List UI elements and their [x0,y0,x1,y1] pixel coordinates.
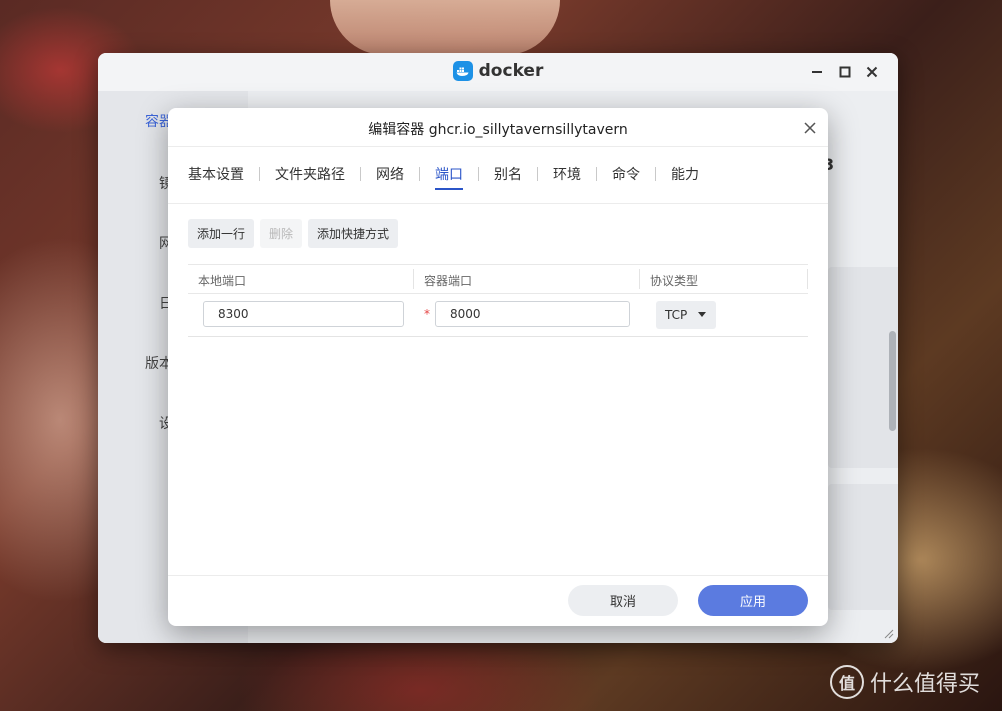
table-header: 本地端口 容器端口 协议类型 [188,264,808,294]
tab-divider [419,167,420,181]
tab-alias[interactable]: 别名 [494,164,522,184]
tab-capabilities[interactable]: 能力 [671,164,699,184]
tab-environment[interactable]: 环境 [553,164,581,184]
cancel-button[interactable]: 取消 [568,585,678,616]
protocol-value: TCP [665,308,688,322]
column-divider [807,269,808,289]
close-icon[interactable] [802,120,818,136]
delete-button[interactable]: 删除 [260,219,303,248]
watermark: 值 什么值得买 [830,665,980,699]
tab-divider [478,167,479,181]
watermark-badge: 值 [830,665,864,699]
edit-container-dialog: 编辑容器 ghcr.io_sillytavernsillytavern 基本设置… [168,108,828,626]
app-title: docker [98,61,898,81]
column-header-protocol: 协议类型 [650,274,699,288]
minimize-button[interactable] [808,63,826,81]
table-row: * TCP [188,294,808,337]
column-header-container-port: 容器端口 [424,274,473,288]
watermark-text: 什么值得买 [870,672,981,697]
divider [168,203,828,204]
dialog-footer: 取消 应用 [168,575,828,626]
add-row-button[interactable]: 添加一行 [188,219,255,248]
docker-whale-icon [452,61,473,81]
column-divider [639,269,640,289]
wallpaper-decoration [330,0,560,55]
apply-button[interactable]: 应用 [698,585,808,616]
column-header-local-port: 本地端口 [198,274,247,288]
port-toolbar: 添加一行 删除 添加快捷方式 [188,219,399,248]
tab-divider [360,167,361,181]
dialog-title: 编辑容器 ghcr.io_sillytavernsillytavern [368,122,628,138]
add-shortcut-button[interactable]: 添加快捷方式 [308,219,399,248]
required-mark: * [424,307,430,321]
maximize-button[interactable] [836,63,854,81]
column-divider [413,269,414,289]
resize-grip-icon[interactable] [884,629,894,639]
local-port-input[interactable] [203,301,404,327]
container-card[interactable]: atest 2 天 更多 [828,346,898,468]
tab-bar: 基本设置 文件夹路径 网络 端口 别名 环境 命令 能力 [188,146,828,202]
protocol-select[interactable]: TCP [656,301,716,329]
tab-folder-paths[interactable]: 文件夹路径 [275,164,345,184]
tab-divider [655,167,656,181]
app-title-text: docker [478,61,544,81]
container-card[interactable]: pine 5 天 更多 [828,484,898,610]
window-close-button[interactable] [863,63,881,81]
scrollbar[interactable] [889,331,896,431]
tab-divider [596,167,597,181]
tab-basic-settings[interactable]: 基本设置 [188,164,244,184]
tab-command[interactable]: 命令 [612,164,640,184]
tab-divider [537,167,538,181]
chevron-down-icon [698,312,706,317]
port-table: 本地端口 容器端口 协议类型 * TCP [188,264,808,337]
container-port-input[interactable] [435,301,630,327]
window-titlebar: docker [98,53,898,92]
tab-ports[interactable]: 端口 [435,164,463,190]
tab-network[interactable]: 网络 [376,164,404,184]
dialog-header: 编辑容器 ghcr.io_sillytavernsillytavern [168,108,828,147]
tab-divider [259,167,260,181]
